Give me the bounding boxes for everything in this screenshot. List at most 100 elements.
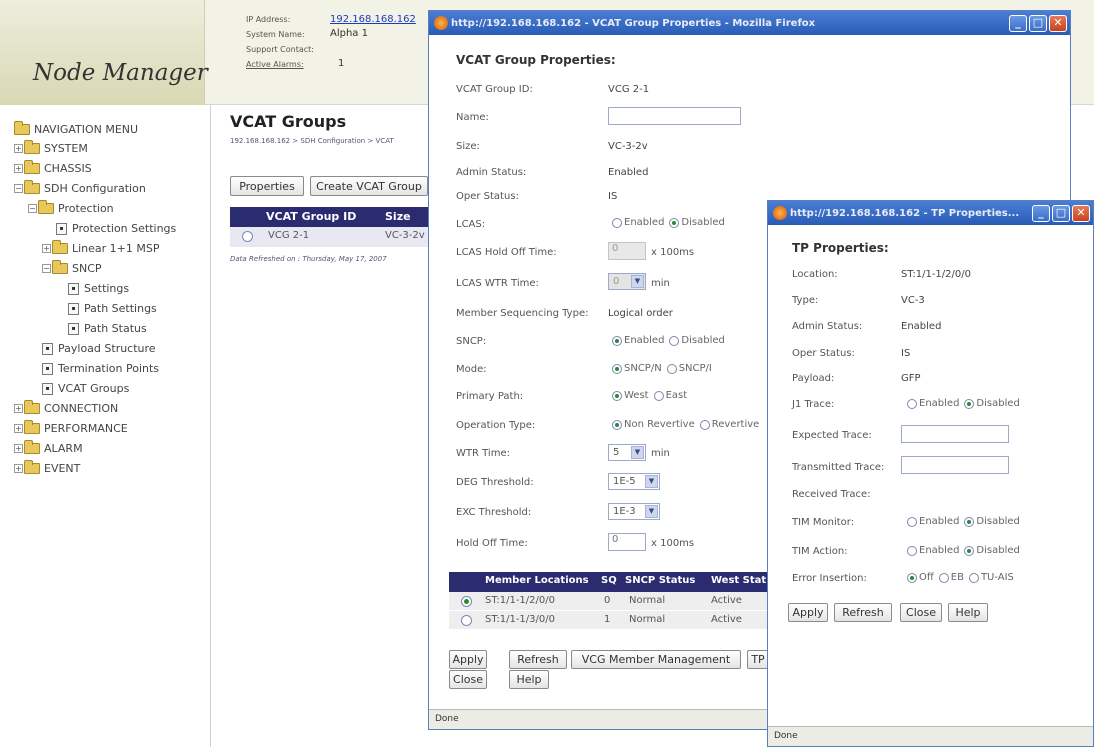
nav-item-path-status[interactable]: ▪ Path Status [68,322,147,335]
col-header-vcat-id[interactable]: VCAT Group ID [266,210,356,223]
j1-disabled-radio[interactable] [964,398,975,409]
row-radio[interactable] [461,615,472,626]
j1-enabled-radio[interactable] [907,398,917,409]
tim-monitor-disabled-radio[interactable] [964,516,975,527]
col-header-member-locations[interactable]: Member Locations [485,575,589,586]
nav-item-connection[interactable]: + CONNECTION [14,400,118,415]
expand-icon[interactable]: + [14,424,23,433]
page-icon: ▪ [42,382,53,395]
sncp-disabled-radio[interactable] [669,335,680,346]
minimize-icon[interactable]: _ [1009,15,1027,32]
col-header-sncp-status[interactable]: SNCP Status [625,575,695,586]
table-row[interactable]: ST:1/1-1/3/0/0 1 Normal Active [449,611,767,630]
window-titlebar[interactable]: http://192.168.168.162 - TP Properties..… [768,201,1093,225]
tim-monitor-enabled-radio[interactable] [907,516,917,527]
hold-off-time-input[interactable]: 0 [608,533,646,551]
nav-item-protection-settings[interactable]: ▪ Protection Settings [56,222,176,235]
nav-item-sncp[interactable]: − SNCP [42,260,102,275]
lcas-enabled-radio[interactable] [612,217,622,228]
expand-icon[interactable]: + [42,244,51,253]
expected-trace-input[interactable] [901,425,1009,443]
tim-action-disabled-radio[interactable] [964,545,975,556]
expand-icon[interactable]: + [14,144,23,153]
apply-button[interactable]: Apply [788,603,828,622]
primary-east-radio[interactable] [653,390,664,401]
col-header-size[interactable]: Size [385,210,411,223]
nav-item-performance[interactable]: + PERFORMANCE [14,420,128,435]
chevron-down-icon: ▼ [645,505,658,518]
apply-button[interactable]: Apply [449,650,487,669]
col-header-sq[interactable]: SQ [601,575,617,586]
tp-button[interactable]: TP [747,650,769,669]
sncp-radio-group: Enabled Disabled [612,335,725,346]
nav-item-alarm[interactable]: + ALARM [14,440,83,455]
wtr-time-select[interactable]: 5 ▼ [608,444,646,461]
collapse-icon[interactable]: − [14,184,23,193]
lcas-disabled-radio[interactable] [669,217,680,228]
radio-label: Non Revertive [624,419,695,430]
nav-item-path-settings[interactable]: ▪ Path Settings [68,302,157,315]
refresh-button[interactable]: Refresh [509,650,567,669]
vcg-member-management-button[interactable]: VCG Member Management [571,650,741,669]
expand-icon[interactable]: + [14,464,23,473]
nav-item-settings[interactable]: ▪ Settings [68,282,129,295]
col-header-west-status[interactable]: West Stat [711,575,766,586]
primary-west-radio[interactable] [612,390,622,401]
active-alarms-label[interactable]: Active Alarms: [246,60,304,69]
nav-item-protection[interactable]: − Protection [28,200,114,215]
breadcrumb[interactable]: 192.168.168.162 > SDH Configuration > VC… [230,137,394,145]
nav-item-payload-structure[interactable]: ▪ Payload Structure [42,342,156,355]
nav-item-chassis[interactable]: + CHASSIS [14,160,92,175]
close-icon[interactable]: ✕ [1072,205,1090,222]
transmitted-trace-input[interactable] [901,456,1009,474]
properties-button[interactable]: Properties [230,176,304,196]
maximize-icon[interactable]: □ [1029,15,1047,32]
exc-threshold-select[interactable]: 1E-3 ▼ [608,503,660,520]
expand-icon[interactable]: + [14,444,23,453]
help-button[interactable]: Help [948,603,988,622]
size-label: Size: [456,141,480,152]
close-button[interactable]: Close [900,603,942,622]
nav-item-linear-msp[interactable]: + Linear 1+1 MSP [42,240,160,255]
nav-label: Payload Structure [58,342,156,355]
err-tuais-radio[interactable] [968,572,979,583]
tim-action-enabled-radio[interactable] [907,545,917,556]
optype-nonrevertive-radio[interactable] [612,419,622,430]
sncp-enabled-radio[interactable] [612,335,622,346]
mode-sncpn-radio[interactable] [612,363,622,374]
row-radio[interactable] [461,596,472,607]
nav-item-system[interactable]: + SYSTEM [14,140,88,155]
maximize-icon[interactable]: □ [1052,205,1070,222]
close-button[interactable]: Close [449,670,487,689]
radio-label: Enabled [919,398,960,409]
deg-threshold-select[interactable]: 1E-5 ▼ [608,473,660,490]
err-off-radio[interactable] [907,572,917,583]
refresh-button[interactable]: Refresh [834,603,892,622]
help-button[interactable]: Help [509,670,549,689]
row-radio[interactable] [242,231,253,242]
mode-sncpi-radio[interactable] [666,363,677,374]
collapse-icon[interactable]: − [28,204,37,213]
expand-icon[interactable]: + [14,164,23,173]
close-icon[interactable]: ✕ [1049,15,1067,32]
ip-address-value[interactable]: 192.168.168.162 [330,14,416,25]
nav-root[interactable]: NAVIGATION MENU [14,121,138,136]
nav-item-sdh-configuration[interactable]: − SDH Configuration [14,180,146,195]
page-icon: ▪ [42,342,53,355]
collapse-icon[interactable]: − [42,264,51,273]
window-titlebar[interactable]: http://192.168.168.162 - VCAT Group Prop… [429,11,1070,35]
lcas-wtr-select[interactable]: 0 ▼ [608,273,646,290]
create-vcat-group-button[interactable]: Create VCAT Group [310,176,428,196]
minimize-icon[interactable]: _ [1032,205,1050,222]
nav-item-vcat-groups[interactable]: ▪ VCAT Groups [42,382,129,395]
expand-icon[interactable]: + [14,404,23,413]
radio-label: Enabled [919,516,960,527]
nav-item-event[interactable]: + EVENT [14,460,80,475]
err-eb-radio[interactable] [938,572,949,583]
lcas-hold-off-input[interactable]: 0 [608,242,646,260]
optype-revertive-radio[interactable] [699,419,710,430]
name-input[interactable] [608,107,741,125]
nav-item-termination-points[interactable]: ▪ Termination Points [42,362,159,375]
table-row[interactable]: VCG 2-1 VC-3-2v [230,227,430,247]
table-row[interactable]: ST:1/1-1/2/0/0 0 Normal Active [449,592,767,611]
